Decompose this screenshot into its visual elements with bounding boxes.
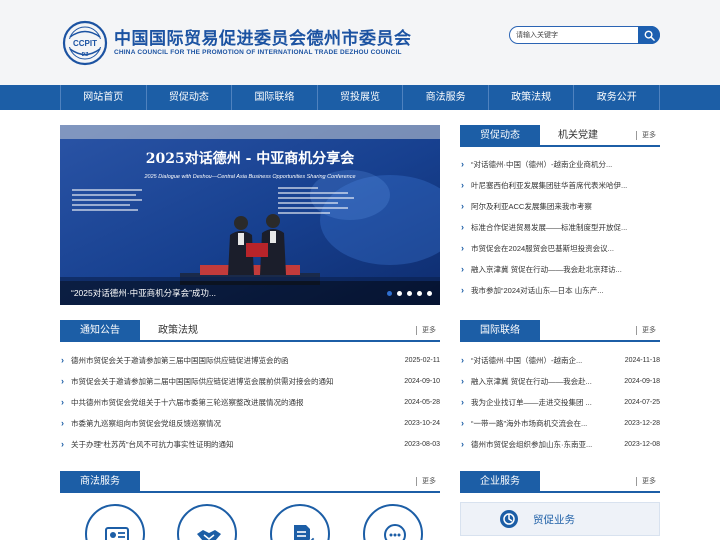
legal-service-certificate[interactable]	[85, 504, 145, 540]
tab-legal-service[interactable]: 商法服务	[60, 471, 140, 493]
search-box	[509, 26, 660, 44]
nav-item-home[interactable]: 网站首页	[60, 85, 147, 110]
notices-list: 德州市贸促会关于邀请参加第三届中国国际供应链促进博览会的函2025-02-11 …	[60, 350, 440, 455]
intl-header: 国际联络 更多	[460, 320, 660, 342]
tab-international[interactable]: 国际联络	[460, 320, 540, 342]
banner-slideshow[interactable]: 2025对话德州 - 中亚商机分享会 2025 Dialogue with De…	[60, 125, 440, 305]
notice-date: 2024-09-10	[404, 378, 440, 385]
enterprise-more-link[interactable]: 更多	[636, 477, 656, 486]
banner-caption[interactable]: “2025对话德州·中亚商机分享会”成功...	[60, 281, 440, 305]
ccpit-logo-icon[interactable]: CCPIT DZ	[62, 20, 108, 66]
table-row[interactable]: 我为企业找订单——走进交投集团 ... 2024-07-25	[460, 392, 660, 413]
table-row[interactable]: “对话德州·中国（德州）-越南企... 2024-11-18	[460, 350, 660, 371]
table-row[interactable]: 融入京津冀 贸促在行动——我会赴... 2024-09-18	[460, 371, 660, 392]
enterprise-header: 企业服务 更多	[460, 471, 660, 493]
logo-text: CCPIT	[73, 39, 97, 48]
legal-service-handshake[interactable]	[177, 504, 237, 540]
logo-sub-text: DZ	[82, 52, 89, 58]
table-row[interactable]: 关于办理“杜苏芮”台风不可抗力事实性证明的通知 2023-08-03	[60, 434, 440, 455]
trade-business-label: 贸促业务	[533, 514, 575, 526]
notice-title: 关于办理“杜苏芮”台风不可抗力事实性证明的通知	[71, 440, 234, 449]
intl-title: “一带一路”海外市场商机交流会在...	[471, 419, 588, 428]
notice-title: 德州市贸促会关于邀请参加第三届中国国际供应链促进博览会的函	[71, 356, 289, 365]
trade-business-box[interactable]: 贸促业务	[460, 502, 660, 536]
nav-item-international[interactable]: 国际联络	[232, 85, 318, 110]
trade-news-more-link[interactable]: 更多	[636, 131, 656, 140]
table-row[interactable]: 德州市贸促会关于邀请参加第三届中国国际供应链促进博览会的函 2025-02-11	[60, 350, 440, 371]
slide-dot[interactable]	[407, 291, 412, 296]
intl-more-link[interactable]: 更多	[636, 326, 656, 335]
legal-service-consult[interactable]	[363, 504, 423, 540]
slide-indicators	[387, 291, 432, 296]
slide-dot[interactable]	[417, 291, 422, 296]
table-row[interactable]: 德州市贸促会组织参加山东·东南亚... 2023-12-08	[460, 434, 660, 455]
site-title-en: CHINA COUNCIL FOR THE PROMOTION OF INTER…	[114, 49, 402, 56]
notices-more-link[interactable]: 更多	[416, 326, 436, 335]
tab-party-building[interactable]: 机关党建	[558, 125, 598, 147]
table-row[interactable]: 中共德州市贸促会党组关于十六届市委第三轮巡察整改进展情况的通报 2024-05-2…	[60, 392, 440, 413]
nav-item-policy[interactable]: 政策法规	[489, 85, 575, 110]
intl-title: “对话德州·中国（德州）-越南企...	[471, 356, 583, 365]
list-item[interactable]: 标准合作促进贸易发展——标准制度型开放促...	[460, 217, 660, 238]
consult-chat-icon	[384, 524, 406, 540]
banner-image: 2025对话德州 - 中亚商机分享会 2025 Dialogue with De…	[60, 125, 440, 305]
intl-title: 我为企业找订单——走进交投集团 ...	[471, 398, 592, 407]
tab-trade-news[interactable]: 贸促动态	[460, 125, 540, 147]
legal-header: 商法服务 更多	[60, 471, 440, 493]
site-header: CCPIT DZ 中国国际贸易促进委员会德州市委员会 CHINA COUNCIL…	[0, 0, 720, 85]
banner-headline-en: 2025 Dialogue with Deshou—Central Asia B…	[143, 174, 355, 180]
nav-item-exhibitions[interactable]: 贸投展览	[318, 85, 404, 110]
notice-title: 中共德州市贸促会党组关于十六届市委第三轮巡察整改进展情况的通报	[71, 398, 304, 407]
intl-date: 2023-12-08	[624, 441, 660, 448]
trade-business-icon	[500, 510, 518, 528]
intl-date: 2024-07-25	[624, 399, 660, 406]
nav-item-trade-news[interactable]: 贸促动态	[147, 85, 233, 110]
main-nav: 网站首页 贸促动态 国际联络 贸投展览 商法服务 政策法规 政务公开	[0, 85, 720, 110]
certificate-icon	[105, 527, 129, 540]
search-input[interactable]	[516, 30, 634, 41]
list-item[interactable]: 融入京津冀 贸促在行动——我会赴北京拜访...	[460, 259, 660, 280]
slide-dot[interactable]	[387, 291, 392, 296]
intl-list: “对话德州·中国（德州）-越南企... 2024-11-18 融入京津冀 贸促在行…	[460, 350, 660, 455]
notice-date: 2023-08-03	[404, 441, 440, 448]
list-item[interactable]: 市贸促会在2024服贸会巴基斯坦投资会议...	[460, 238, 660, 259]
notice-title: 市委第九巡察组向市贸促会党组反馈巡察情况	[71, 419, 221, 428]
slide-dot[interactable]	[427, 291, 432, 296]
banner-headline: 2025对话德州 - 中亚商机分享会	[146, 150, 356, 167]
notice-date: 2024-05-28	[404, 399, 440, 406]
site-title-cn: 中国国际贸易促进委员会德州市委员会	[114, 29, 412, 49]
intl-date: 2024-09-18	[624, 378, 660, 385]
intl-title: 融入京津冀 贸促在行动——我会赴...	[471, 377, 592, 386]
intl-date: 2024-11-18	[624, 357, 660, 364]
list-item[interactable]: 叶尼塞西伯利亚发展集团驻华首席代表米哈伊...	[460, 175, 660, 196]
document-edit-icon	[294, 525, 316, 540]
notices-header: 通知公告 政策法规 更多	[60, 320, 440, 342]
legal-service-document[interactable]	[270, 504, 330, 540]
table-row[interactable]: 市委第九巡察组向市贸促会党组反馈巡察情况 2023-10-24	[60, 413, 440, 434]
intl-date: 2023-12-28	[624, 420, 660, 427]
slide-dot[interactable]	[397, 291, 402, 296]
table-row[interactable]: “一带一路”海外市场商机交流会在... 2023-12-28	[460, 413, 660, 434]
handshake-icon	[197, 530, 221, 540]
legal-more-link[interactable]: 更多	[416, 477, 436, 486]
table-row[interactable]: 市贸促会关于邀请参加第二届中国国际供应链促进博览会展前供需对接会的通知 2024-…	[60, 371, 440, 392]
trade-news-header: 贸促动态 机关党建 更多	[460, 125, 660, 147]
search-icon	[644, 30, 655, 41]
tab-policy[interactable]: 政策法规	[158, 320, 198, 342]
list-item[interactable]: 阿尔及利亚ACC发展集团来我市考察	[460, 196, 660, 217]
tab-notices[interactable]: 通知公告	[60, 320, 140, 342]
list-item[interactable]: “对话德州·中国（德州）-越南企业商机分...	[460, 154, 660, 175]
nav-item-legal-service[interactable]: 商法服务	[403, 85, 489, 110]
nav-item-gov-affairs[interactable]: 政务公开	[574, 85, 661, 110]
intl-title: 德州市贸促会组织参加山东·东南亚...	[471, 440, 593, 449]
tab-enterprise-service[interactable]: 企业服务	[460, 471, 540, 493]
trade-news-list: “对话德州·中国（德州）-越南企业商机分... 叶尼塞西伯利亚发展集团驻华首席代…	[460, 154, 660, 301]
notice-date: 2023-10-24	[404, 420, 440, 427]
notice-title: 市贸促会关于邀请参加第二届中国国际供应链促进博览会展前供需对接会的通知	[71, 377, 334, 386]
search-button[interactable]	[638, 26, 660, 44]
notice-date: 2025-02-11	[404, 357, 440, 364]
list-item[interactable]: 我市参加“2024对话山东—日本 山东产...	[460, 280, 660, 301]
